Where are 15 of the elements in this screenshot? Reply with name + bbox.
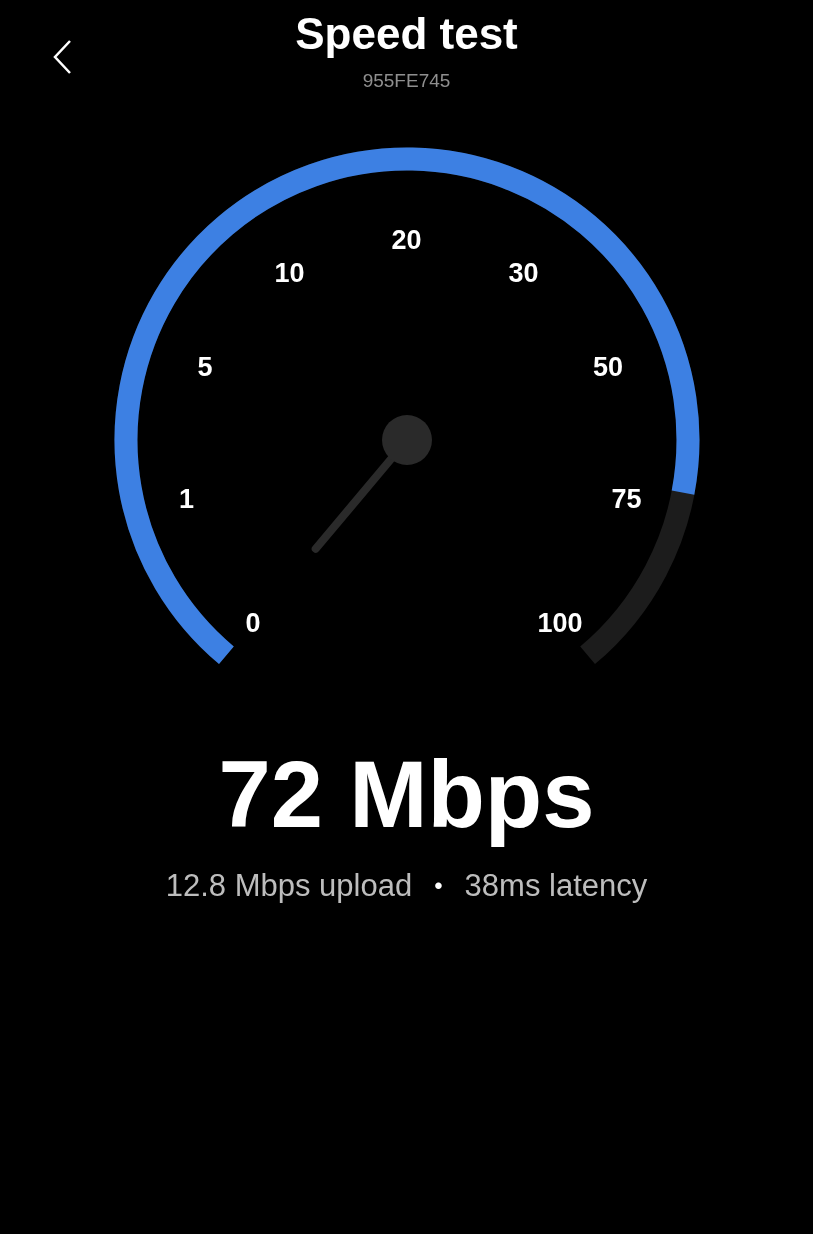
separator-dot: •	[434, 871, 443, 901]
scale-label: 20	[391, 225, 422, 255]
download-speed: 72 Mbps	[217, 741, 596, 849]
scale-label: 100	[537, 607, 583, 638]
scale-label: 10	[274, 257, 305, 288]
scale-label: 5	[197, 351, 213, 382]
upload-speed: 12.8 Mbps upload	[165, 867, 413, 905]
latency: 38ms latency	[464, 867, 648, 905]
scale-label: 1	[179, 483, 195, 514]
page-title: Speed test	[295, 8, 518, 60]
scale-label: 0	[245, 607, 261, 638]
scale-label: 50	[593, 351, 624, 382]
scale-label: 30	[508, 257, 539, 288]
scale-label: 75	[611, 483, 642, 514]
device-id: 955FE745	[361, 69, 452, 93]
